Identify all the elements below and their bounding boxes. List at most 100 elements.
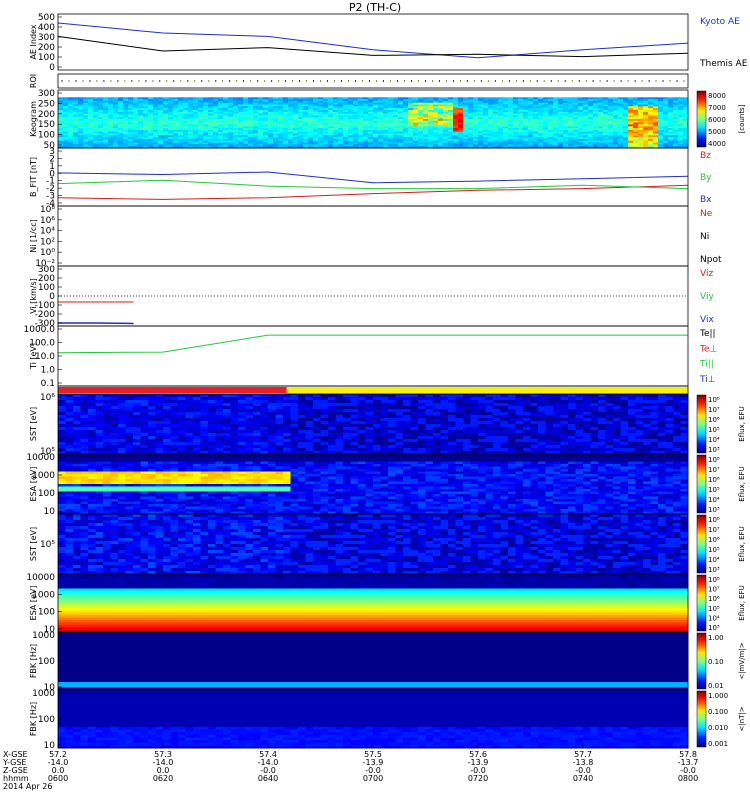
- heatmap-cell: [440, 394, 449, 398]
- heatmap-cell: [440, 424, 449, 428]
- heatmap-cell: [208, 448, 216, 452]
- heatmap-cell: [215, 412, 224, 416]
- heatmap-cell: [73, 445, 81, 449]
- heatmap-cell: [328, 445, 336, 449]
- heatmap-cell: [500, 427, 509, 431]
- heatmap-cell: [185, 430, 194, 434]
- heatmap-cell: [545, 448, 554, 452]
- heatmap-cell: [200, 445, 209, 449]
- heatmap-cell: [88, 448, 96, 452]
- heatmap-cell: [178, 439, 186, 443]
- heatmap-cell: [313, 406, 321, 410]
- heatmap-cell: [118, 418, 126, 422]
- heatmap-cell: [500, 409, 509, 413]
- heatmap-cell: [140, 409, 149, 413]
- heatmap-cell: [58, 409, 66, 413]
- heatmap-cell: [538, 394, 546, 398]
- heatmap-cell: [538, 406, 546, 410]
- heatmap-cell: [170, 448, 179, 452]
- heatmap-cell: [500, 400, 509, 404]
- heatmap-cell: [193, 430, 201, 434]
- heatmap-cell: [455, 424, 464, 428]
- heatmap-cell: [58, 424, 66, 428]
- heatmap-cell: [95, 427, 104, 431]
- heatmap-cell: [493, 397, 501, 401]
- heatmap-cell: [223, 424, 231, 428]
- heatmap-cell: [208, 418, 216, 422]
- heatmap-cell: [440, 427, 449, 431]
- heatmap-cell: [448, 412, 456, 416]
- legend-label: Te⊥: [699, 344, 718, 354]
- heatmap-cell: [395, 442, 404, 446]
- heatmap-cell: [230, 448, 239, 452]
- heatmap-cell: [125, 448, 134, 452]
- heatmap-cell: [290, 409, 299, 413]
- heatmap-cell: [268, 433, 276, 437]
- heatmap-cell: [463, 400, 471, 404]
- heatmap-cell: [223, 436, 231, 440]
- heatmap-cell: [245, 433, 254, 437]
- heatmap-cell: [365, 448, 374, 452]
- heatmap-cell: [523, 421, 531, 425]
- heatmap-cell: [298, 436, 306, 440]
- heatmap-cell: [365, 397, 374, 401]
- heatmap-cell: [260, 445, 269, 449]
- heatmap-cell: [155, 421, 164, 425]
- heatmap-cell: [215, 406, 224, 410]
- heatmap-cell: [223, 409, 231, 413]
- heatmap-cell: [200, 439, 209, 443]
- heatmap-cell: [530, 397, 539, 401]
- heatmap-cell: [208, 394, 216, 398]
- heatmap-cell: [118, 412, 126, 416]
- heatmap-cell: [298, 400, 306, 404]
- heatmap-cell: [283, 412, 291, 416]
- heatmap-cell: [358, 406, 366, 410]
- heatmap-cell: [478, 433, 486, 437]
- heatmap-cell: [433, 427, 441, 431]
- heatmap-cell: [305, 427, 314, 431]
- heatmap-cell: [155, 424, 164, 428]
- heatmap-cell: [238, 394, 246, 398]
- heatmap-cell: [200, 409, 209, 413]
- heatmap-cell: [380, 439, 389, 443]
- heatmap-cell: [455, 418, 464, 422]
- heatmap-cell: [163, 403, 171, 407]
- heatmap-cell: [335, 445, 344, 449]
- heatmap-cell: [103, 424, 111, 428]
- heatmap-cell: [515, 433, 524, 437]
- heatmap-cell: [155, 448, 164, 452]
- heatmap-cell: [440, 412, 449, 416]
- heatmap-cell: [125, 424, 134, 428]
- heatmap-cell: [530, 445, 539, 449]
- heatmap-cell: [440, 403, 449, 407]
- heatmap-cell: [373, 436, 381, 440]
- heatmap-cell: [290, 427, 299, 431]
- heatmap-cell: [238, 445, 246, 449]
- heatmap-cell: [238, 418, 246, 422]
- heatmap-cell: [545, 418, 554, 422]
- heatmap-cell: [305, 424, 314, 428]
- heatmap-cell: [358, 397, 366, 401]
- heatmap-cell: [178, 436, 186, 440]
- heatmap-cell: [530, 415, 539, 419]
- heatmap-cell: [425, 412, 434, 416]
- heatmap-cell: [268, 409, 276, 413]
- heatmap-cell: [500, 436, 509, 440]
- heatmap-cell: [448, 403, 456, 407]
- heatmap-cell: [313, 412, 321, 416]
- heatmap-cell: [395, 424, 404, 428]
- heatmap-cell: [110, 430, 119, 434]
- heatmap-cell: [403, 394, 411, 398]
- heatmap-cell: [500, 415, 509, 419]
- heatmap-cell: [515, 415, 524, 419]
- heatmap-cell: [425, 448, 434, 452]
- heatmap-cell: [478, 412, 486, 416]
- heatmap-cell: [88, 424, 96, 428]
- heatmap-cell: [365, 424, 374, 428]
- heatmap-cell: [433, 430, 441, 434]
- heatmap-cell: [65, 397, 74, 401]
- heatmap-cell: [125, 412, 134, 416]
- heatmap-cell: [343, 400, 351, 404]
- heatmap-cell: [223, 421, 231, 425]
- heatmap-cell: [125, 400, 134, 404]
